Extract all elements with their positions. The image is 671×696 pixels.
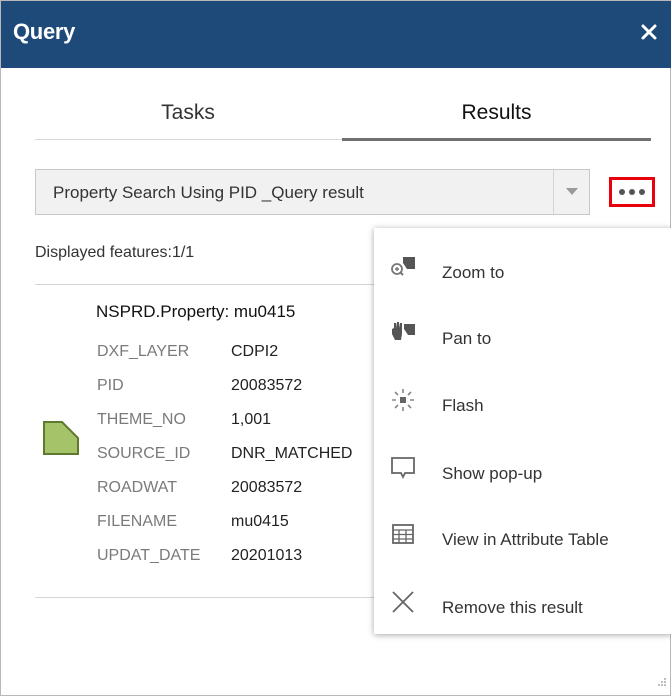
menu-item-label: View in Attribute Table — [442, 530, 609, 549]
result-select-value: Property Search Using PID _Query result — [53, 183, 364, 202]
attribute-key: DXF_LAYER — [97, 343, 190, 360]
tab-active-indicator — [342, 138, 651, 141]
attribute-value: 20083572 — [231, 479, 303, 496]
close-icon[interactable] — [638, 21, 660, 43]
menu-item-flash[interactable]: Flash — [374, 369, 671, 429]
menu-item-label: Pan to — [442, 329, 492, 348]
attribute-value: 20083572 — [231, 377, 303, 394]
attribute-key: SOURCE_ID — [97, 445, 191, 462]
menu-item-label: Remove this result — [442, 598, 583, 617]
attribute-value: DNR_MATCHED — [231, 445, 353, 462]
popup-icon — [390, 455, 416, 481]
table-icon — [390, 521, 416, 547]
panel-title: Query — [13, 19, 76, 44]
panel-header: Query — [1, 1, 671, 68]
menu-item-label: Zoom to — [442, 263, 505, 282]
menu-item-remove-result[interactable]: Remove this result — [374, 571, 671, 631]
feature-title[interactable]: NSPRD.Property: mu0415 — [96, 302, 295, 322]
polygon-feature-icon — [42, 420, 80, 461]
menu-item-label: Flash — [442, 396, 484, 415]
attribute-key: PID — [97, 377, 124, 394]
menu-item-view-attribute-table[interactable]: View in Attribute Table — [374, 503, 671, 563]
tab-results[interactable]: Results — [341, 101, 652, 125]
menu-item-label: Show pop-up — [442, 464, 543, 483]
attribute-key: THEME_NO — [97, 411, 186, 428]
dropdown-arrow[interactable] — [553, 170, 589, 214]
attribute-value: 20201013 — [231, 547, 303, 564]
menu-item-pan-to[interactable]: Pan to — [374, 302, 671, 362]
attribute-key: UPDAT_DATE — [97, 547, 201, 564]
attribute-key: ROADWAT — [97, 479, 177, 496]
resize-handle-icon[interactable] — [657, 674, 667, 692]
menu-item-show-popup[interactable]: Show pop-up — [374, 437, 671, 497]
zoom-to-icon — [390, 254, 416, 280]
attribute-value: CDPI2 — [231, 343, 279, 360]
flash-icon — [390, 387, 416, 413]
attribute-value: mu0415 — [231, 513, 289, 530]
displayed-features-count: Displayed features:1/1 — [35, 244, 195, 261]
attribute-key: FILENAME — [97, 513, 178, 530]
query-panel: Query Tasks Results Property Search Usin… — [0, 0, 671, 696]
chevron-down-icon — [566, 188, 578, 195]
pan-to-icon — [390, 320, 416, 346]
more-options-button[interactable] — [609, 177, 655, 207]
attribute-value: 1,001 — [231, 411, 272, 428]
tab-tasks[interactable]: Tasks — [35, 101, 341, 125]
result-select[interactable]: Property Search Using PID _Query result — [35, 169, 590, 215]
more-options-icon — [619, 189, 645, 195]
remove-icon — [390, 589, 416, 615]
result-actions-menu: Zoom to Pan to Flash Show pop-up View in… — [374, 228, 671, 634]
menu-item-zoom-to[interactable]: Zoom to — [374, 236, 671, 296]
